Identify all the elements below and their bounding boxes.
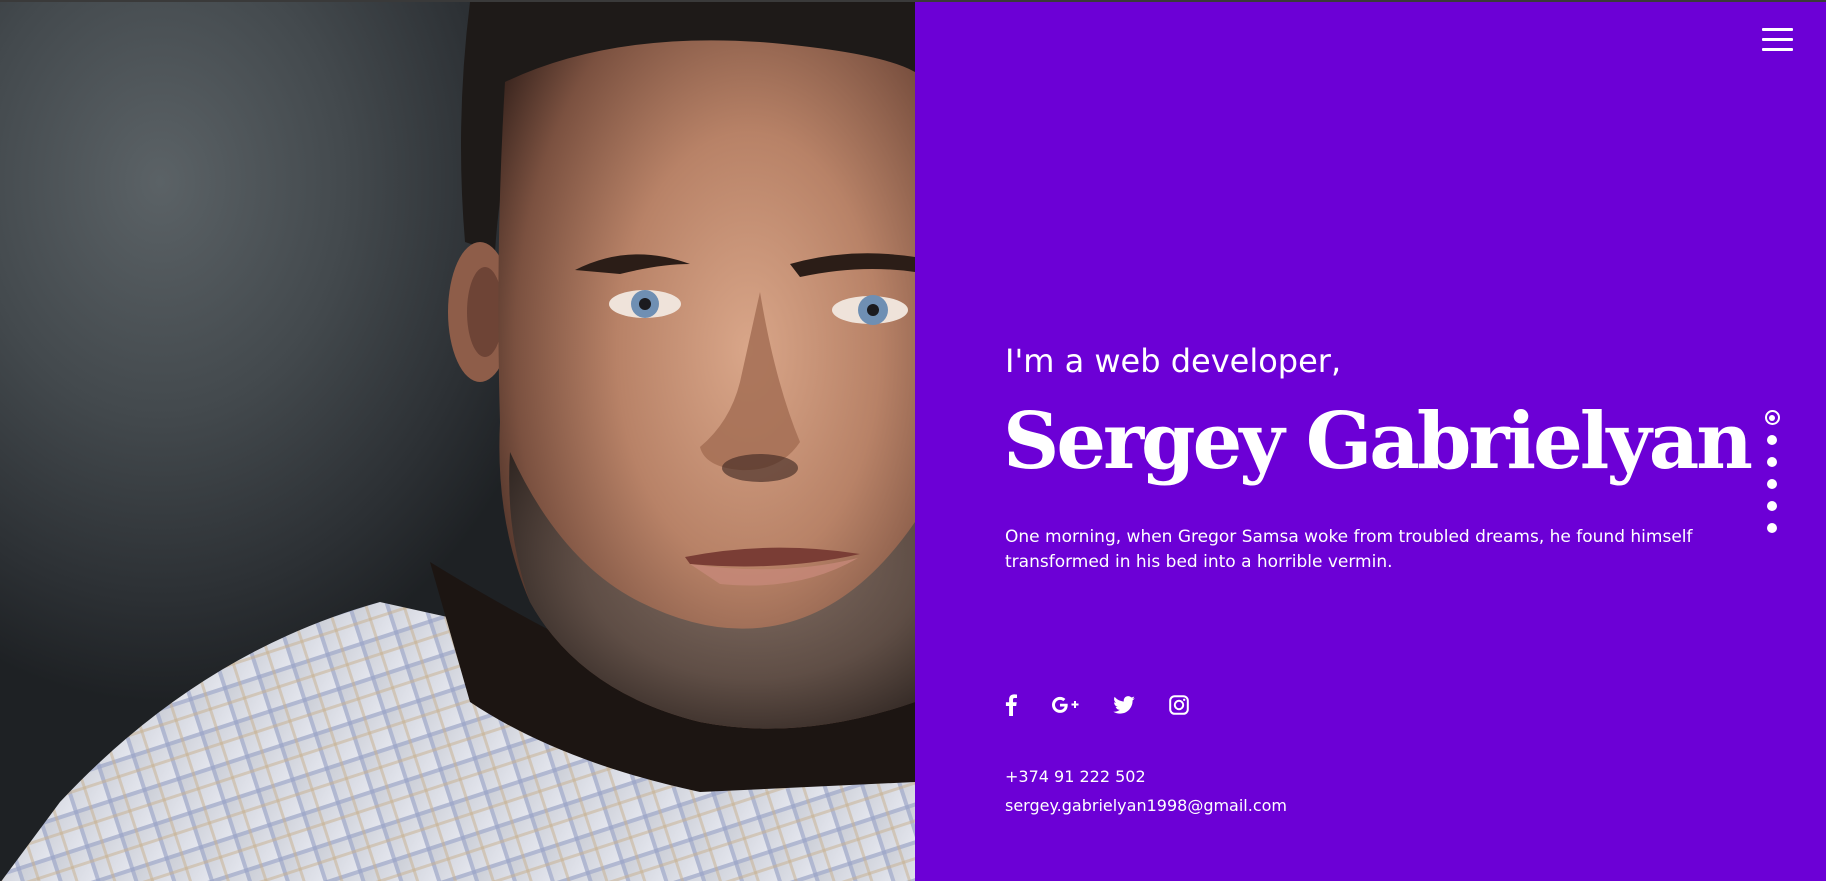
pagination-dot[interactable]	[1767, 435, 1777, 445]
page: I'm a web developer, Sergey Gabrielyan O…	[0, 0, 1826, 881]
twitter-icon[interactable]	[1113, 692, 1135, 718]
email-link[interactable]: sergey.gabrielyan1998@gmail.com	[1005, 791, 1287, 820]
hamburger-menu-icon[interactable]	[1762, 26, 1794, 54]
portrait-illustration	[1, 2, 915, 881]
instagram-icon[interactable]	[1169, 692, 1189, 718]
pagination-dot-active[interactable]	[1764, 410, 1780, 425]
facebook-icon[interactable]	[1005, 692, 1017, 718]
pagination-dot[interactable]	[1767, 457, 1777, 467]
google-plus-icon[interactable]	[1051, 692, 1079, 718]
hero-bio: One morning, when Gregor Samsa woke from…	[1005, 527, 1693, 572]
menu-bar	[1762, 48, 1793, 51]
contact-info: +374 91 222 502 sergey.gabrielyan1998@gm…	[1005, 762, 1287, 820]
pagination-dot[interactable]	[1767, 523, 1777, 533]
menu-bar	[1762, 28, 1793, 31]
phone-link[interactable]: +374 91 222 502	[1005, 762, 1287, 791]
social-links	[1005, 692, 1223, 718]
portrait-photo	[0, 2, 915, 881]
hero-section: I'm a web developer, Sergey Gabrielyan O…	[915, 2, 1826, 881]
menu-bar	[1762, 38, 1793, 41]
pagination-dot[interactable]	[1767, 501, 1777, 511]
hero-name: Sergey Gabrielyan	[1003, 396, 1753, 487]
pagination-dot[interactable]	[1767, 479, 1777, 489]
intro-text: I'm a web developer,	[1005, 342, 1342, 380]
section-pagination	[1764, 410, 1780, 545]
